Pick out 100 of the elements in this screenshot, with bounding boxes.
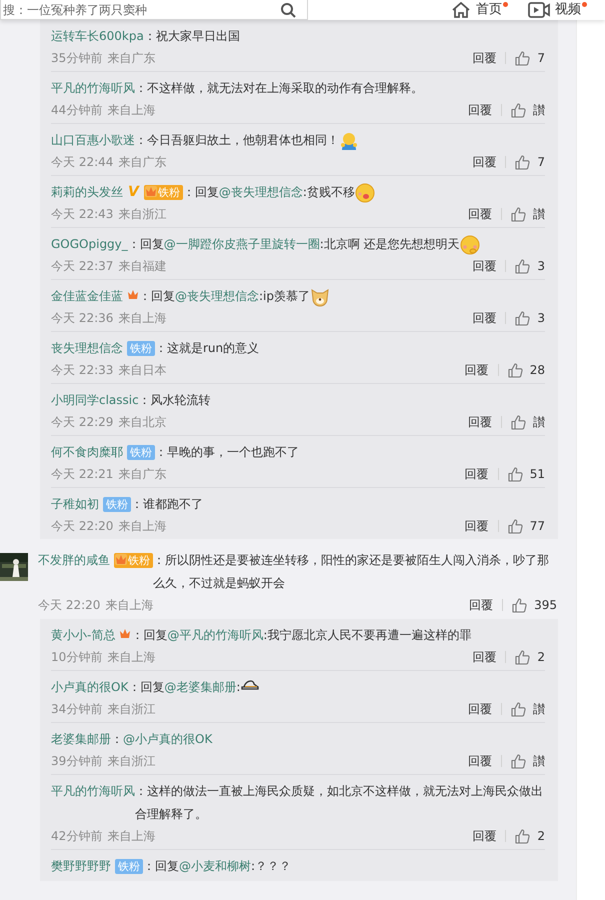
reply-button[interactable]: 回覆 [472,49,496,67]
search-field[interactable]: 搜：一位冤种养了两只窦种 [0,0,308,20]
comment-location: 来自福建 [118,258,166,274]
crown-icon [127,289,139,300]
comment-location: 来自浙江 [107,752,156,770]
comment-author[interactable]: 山口百惠小歌迷 [51,129,135,152]
mention-link[interactable]: @丧失理想信念 [175,289,259,303]
comment-location: 来自日本 [118,362,166,378]
comment-author[interactable]: 老婆集邮册 [51,728,111,751]
like-button[interactable]: 51 [508,465,545,483]
like-button[interactable]: 28 [508,361,545,379]
comment-text: ：这样的做法一直被上海民众质疑，如北京不这样做，就无法对上海民众做出合理解释了。 [135,783,544,823]
comment-time: 今天 22:33 [51,362,114,378]
like-button[interactable]: 3 [515,309,545,327]
reply-button[interactable]: 回覆 [469,596,494,614]
mention-link[interactable]: @小麦和柳树 [179,859,251,873]
reply-button[interactable]: 回覆 [468,205,492,223]
comment-location: 来自上海 [118,310,166,326]
like-button[interactable]: 2 [515,827,545,845]
reply-button[interactable]: 回覆 [464,465,489,483]
mention-link[interactable]: @老婆集邮册 [164,680,236,694]
mention-link[interactable]: @小卢真的很OK [123,732,212,746]
search-icon[interactable] [280,2,296,18]
comment-author[interactable]: 小卢真的很OK [51,676,128,699]
comment-time: 今天 22:29 [51,414,114,430]
comment-text: ：回复@小麦和柳树:？？？ [143,858,292,875]
comment-time: 34分钟前 [51,700,102,718]
comment-author[interactable]: 小明同学classic [51,389,139,412]
comment-text: ：风水轮流转 [138,392,211,409]
comment-author[interactable]: 运转车长600kpa [51,25,144,48]
thumbs-up-icon [515,50,530,66]
like-button[interactable]: 讃 [511,413,545,431]
comment-location: 来自上海 [118,518,166,534]
comment-time: 今天 22:44 [51,154,114,170]
thumbs-up-icon [508,362,523,378]
reply-button[interactable]: 回覆 [468,700,492,718]
like-button[interactable]: 讃 [511,205,545,223]
like-button[interactable]: 讃 [511,700,545,718]
comment-author[interactable]: 莉莉的头发丝 [51,181,123,204]
comment-location: 来自浙江 [107,700,156,718]
comment-text: ：回复@丧失理想信念:ip羡慕了 [139,288,310,305]
comment-time: 今天 22:36 [51,310,114,326]
like-button[interactable]: 7 [515,153,545,171]
fan-badge: 铁粉 [144,185,183,200]
comment-time: 39分钟前 [51,752,102,770]
reply-button[interactable]: 回覆 [464,361,489,379]
comment-author[interactable]: 平凡的竹海听风 [51,780,135,803]
comment-time: 35分钟前 [51,50,102,66]
comment-text: ：回复@平凡的竹海听风:我宁愿北京人民不要再遭一遍这样的罪 [131,627,472,644]
like-button[interactable]: 77 [508,517,545,535]
comment-author[interactable]: GOGOpiggy_ [51,233,128,256]
comment-time: 今天 22:20 [38,596,100,614]
comment-text: ：这就是run的意义 [155,340,260,357]
reply-button[interactable]: 回覆 [464,517,489,535]
mention-link[interactable]: @一脚蹬你皮燕子里旋转一圈 [164,237,320,251]
comment-author[interactable]: 黄小小-简总 [51,624,116,647]
reply-button[interactable]: 回覆 [472,153,496,171]
comment-location: 来自上海 [105,596,154,614]
reply-button[interactable]: 回覆 [472,309,496,327]
comment-author[interactable]: 金佳蓝金佳蓝 [51,285,123,308]
like-button[interactable]: 7 [515,49,545,67]
comment-author[interactable]: 平凡的竹海听风 [51,77,135,100]
thumbs-up-icon [511,702,526,716]
video-icon [528,2,550,18]
comment-location: 来自广东 [118,154,166,170]
reply-button[interactable]: 回覆 [468,101,492,119]
emoji-icon [354,183,375,203]
comment-author[interactable]: 樊野野野野 [51,855,111,878]
fan-badge: 铁粉 [103,497,131,512]
like-button[interactable]: 2 [515,648,545,666]
nav-link[interactable]: 首页 [451,1,502,19]
reply-button[interactable]: 回覆 [468,413,492,431]
like-button[interactable]: 395 [512,596,558,614]
comment-text: ：早晚的事，一个也跑不了 [155,444,299,461]
thumbs-up-icon [512,598,528,612]
crown-icon [119,628,132,639]
like-button[interactable]: 3 [515,257,545,275]
comment-text: ：回复@老婆集邮册: [128,679,240,696]
comment-text: ：回复@丧失理想信念:贫贱不移 [182,184,355,201]
reply-button[interactable]: 回覆 [468,752,492,770]
reply-button[interactable]: 回覆 [472,648,496,666]
thumbs-up-icon [508,466,523,482]
like-button[interactable]: 讃 [511,752,545,770]
comment-author[interactable]: 不发胖的咸鱼 [38,549,110,572]
mention-link[interactable]: @平凡的竹海听风 [167,628,264,642]
like-button[interactable]: 讃 [511,101,545,119]
comment-location: 来自浙江 [118,206,166,222]
fan-badge: 铁粉 [127,341,155,356]
reply-button[interactable]: 回覆 [472,827,496,845]
emoji-icon [310,287,330,307]
comment-author[interactable]: 丧失理想信念 [51,337,123,360]
vip-label: V [127,185,140,200]
comment-author[interactable]: 子稚如初 [51,493,99,516]
nav-link[interactable]: 视频 [528,1,581,19]
thumbs-up-icon [515,828,530,844]
mention-link[interactable]: @丧失理想信念 [218,185,303,199]
comment-time: 今天 22:43 [51,206,114,222]
emoji-icon [339,131,359,151]
reply-button[interactable]: 回覆 [472,257,496,275]
comment-author[interactable]: 何不食肉糜耶 [51,441,123,464]
